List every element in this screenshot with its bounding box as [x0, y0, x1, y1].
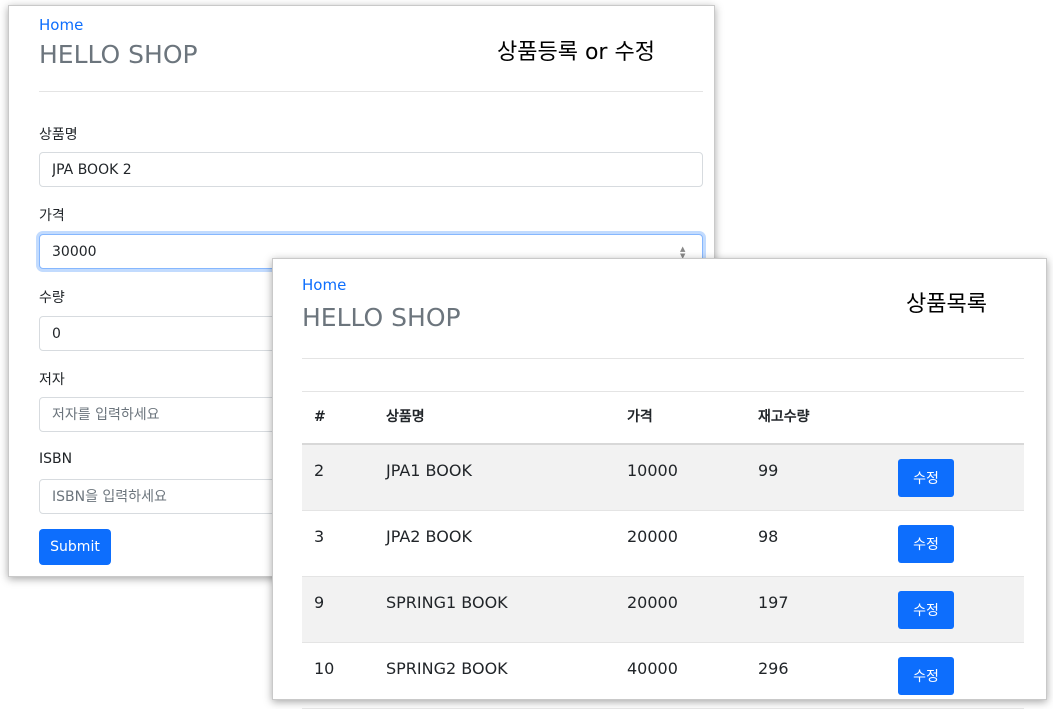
item-name: JPA1 BOOK	[386, 461, 472, 480]
item-list-window: Home HELLO SHOP 상품목록 # 상품명 가격 재고수량 2 JPA…	[272, 258, 1047, 709]
shop-title: HELLO SHOP	[302, 303, 461, 332]
items-table: # 상품명 가격 재고수량 2 JPA1 BOOK 10000 99 수정 3 …	[302, 391, 1024, 709]
form-caption: 상품등록 or 수정	[497, 40, 655, 65]
item-price: 20000	[627, 593, 678, 612]
item-id: 2	[314, 461, 325, 480]
item-stock: 98	[758, 527, 779, 546]
edit-button[interactable]: 수정	[898, 591, 954, 629]
item-price: 20000	[627, 527, 678, 546]
item-stock: 296	[758, 659, 789, 678]
price-label: 가격	[39, 208, 65, 224]
quantity-label: 수량	[39, 290, 65, 306]
home-link[interactable]: Home	[39, 16, 83, 34]
list-caption: 상품목록	[906, 292, 987, 317]
table-header: # 상품명 가격 재고수량	[302, 391, 1024, 445]
home-link[interactable]: Home	[302, 276, 346, 294]
item-price: 10000	[627, 461, 678, 480]
table-row: 9 SPRING1 BOOK 20000 197 수정	[302, 577, 1024, 643]
table-row: 2 JPA1 BOOK 10000 99 수정	[302, 445, 1024, 511]
column-header-name: 상품명	[386, 409, 425, 425]
header-divider	[39, 91, 703, 92]
column-header-id: #	[314, 409, 326, 425]
isbn-label: ISBN	[39, 451, 73, 467]
item-id: 9	[314, 593, 325, 612]
edit-button[interactable]: 수정	[898, 525, 954, 563]
item-stock: 197	[758, 593, 789, 612]
edit-button[interactable]: 수정	[898, 657, 954, 695]
item-price: 40000	[627, 659, 678, 678]
item-name: SPRING1 BOOK	[386, 593, 508, 612]
item-stock: 99	[758, 461, 779, 480]
edit-button[interactable]: 수정	[898, 459, 954, 497]
column-header-stock: 재고수량	[758, 409, 810, 425]
table-row: 10 SPRING2 BOOK 40000 296 수정	[302, 643, 1024, 709]
header-divider	[302, 358, 1024, 359]
name-label: 상품명	[39, 127, 78, 143]
item-id: 10	[314, 659, 335, 678]
item-id: 3	[314, 527, 325, 546]
item-name: JPA2 BOOK	[386, 527, 472, 546]
item-name: SPRING2 BOOK	[386, 659, 508, 678]
author-label: 저자	[39, 372, 65, 388]
name-input[interactable]	[39, 152, 703, 187]
column-header-price: 가격	[627, 409, 653, 425]
shop-title: HELLO SHOP	[39, 40, 198, 69]
submit-button[interactable]: Submit	[39, 529, 111, 565]
table-row: 3 JPA2 BOOK 20000 98 수정	[302, 511, 1024, 577]
